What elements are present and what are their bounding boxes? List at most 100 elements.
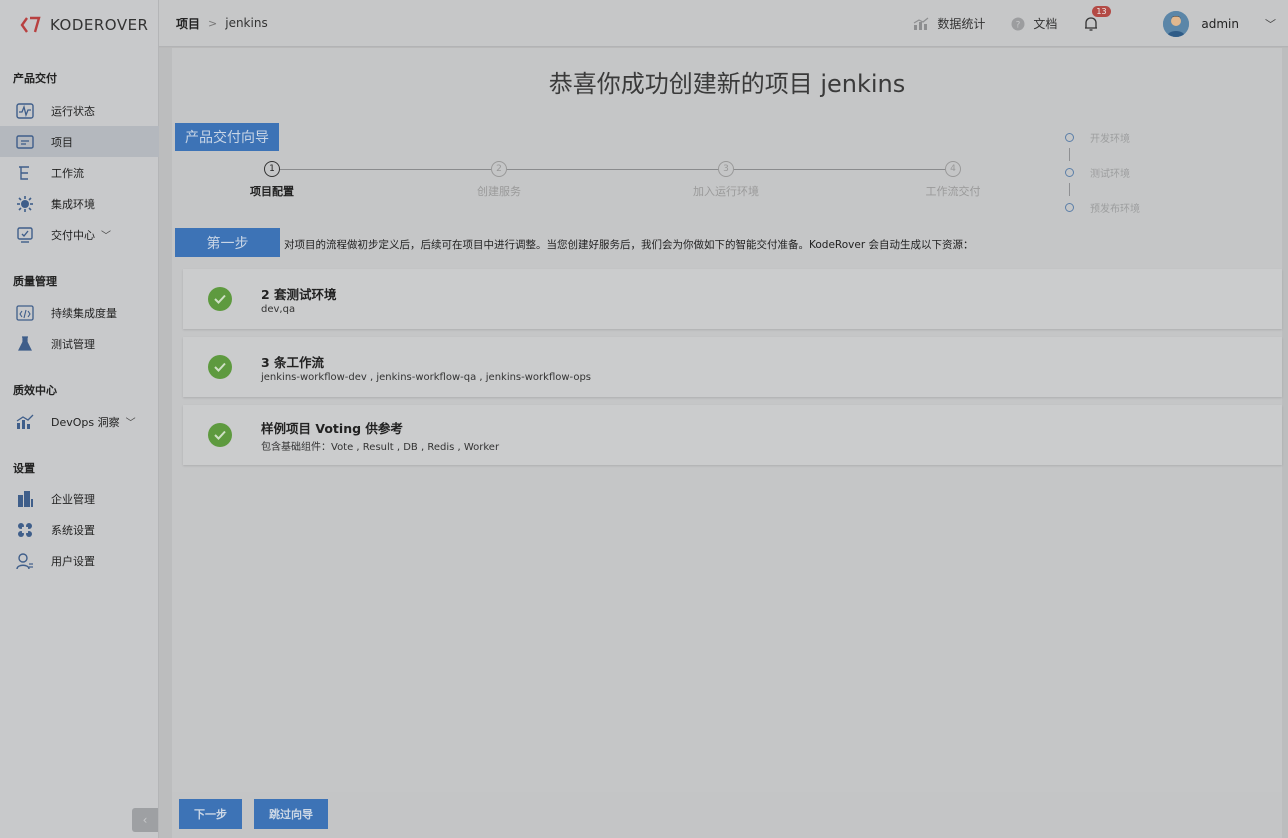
header: 项目 > jenkins 数据统计 ? 文档 13 admin ﹀: [159, 0, 1288, 47]
koderover-logo-icon: [20, 16, 41, 33]
resource-card: 3 条工作流 jenkins-workflow-dev , jenkins-wo…: [183, 337, 1282, 397]
folder-icon: [16, 133, 34, 151]
check-icon: [208, 355, 232, 379]
env-label: 开发环境: [1090, 133, 1130, 145]
card-subtitle: 包含基础组件：Vote , Result , DB , Redis , Work…: [261, 441, 500, 453]
sidebar-item-label: 项目: [51, 135, 73, 149]
sidebar-item-user-settings[interactable]: 用户设置: [0, 545, 159, 576]
group-title-quality: 质量管理: [13, 275, 57, 288]
step-2[interactable]: 2 创建服务: [439, 161, 559, 199]
building-icon: [16, 490, 34, 508]
docs-label: 文档: [1033, 17, 1058, 31]
header-actions: 数据统计 ? 文档 13 admin ﹀: [913, 0, 1288, 47]
environment-timeline: 开发环境 测试环境 预发布环境: [1065, 126, 1140, 218]
sidebar-item-label: 用户设置: [51, 554, 95, 568]
sidebar: KODEROVER 产品交付 运行状态 项目 工作流 集成环境 交付中心 ﹀ 质…: [0, 0, 159, 838]
timeline-connector: [1069, 183, 1070, 196]
card-title: 2 套测试环境: [261, 286, 337, 302]
svg-text:?: ?: [1016, 20, 1021, 30]
notifications-button[interactable]: 13: [1083, 5, 1111, 32]
environment-icon: [16, 195, 34, 213]
step-label: 工作流交付: [925, 185, 981, 198]
step-number: 4: [945, 161, 961, 177]
check-icon: [208, 287, 232, 311]
user-menu[interactable]: admin ﹀: [1163, 10, 1276, 37]
group-title-delivery: 产品交付: [13, 72, 57, 85]
breadcrumb-separator: >: [208, 16, 218, 30]
sidebar-item-devops-insight[interactable]: DevOps 洞察 ﹀: [0, 406, 159, 437]
sidebar-item-environments[interactable]: 集成环境: [0, 188, 159, 219]
step-3[interactable]: 3 加入运行环境: [666, 161, 786, 199]
sidebar-item-label: 集成环境: [51, 197, 95, 211]
breadcrumb: 项目 > jenkins: [176, 15, 268, 32]
timeline-connector: [1069, 148, 1070, 161]
step-label: 加入运行环境: [693, 185, 759, 198]
sidebar-item-label: 系统设置: [51, 523, 95, 537]
step-4[interactable]: 4 工作流交付: [893, 161, 1013, 199]
step-number: 3: [718, 161, 734, 177]
step-label: 创建服务: [477, 185, 521, 198]
sidebar-item-ci-metrics[interactable]: 持续集成度量: [0, 297, 159, 328]
sidebar-collapse-button[interactable]: ‹: [132, 808, 158, 832]
wizard-panel: 恭喜你成功创建新的项目 jenkins 产品交付向导 1 项目配置 2 创建服务…: [172, 48, 1282, 792]
workflow-icon: [16, 164, 34, 182]
step-1[interactable]: 1 项目配置: [212, 161, 332, 199]
env-staging: 预发布环境: [1065, 196, 1140, 218]
sidebar-item-label: 工作流: [51, 166, 84, 180]
sidebar-item-workflow[interactable]: 工作流: [0, 157, 159, 188]
sidebar-item-test-management[interactable]: 测试管理: [0, 328, 159, 359]
wizard-footer: 下一步 跳过向导: [172, 792, 1282, 838]
page-title: 恭喜你成功创建新的项目 jenkins: [548, 70, 906, 98]
env-test: 测试环境: [1065, 161, 1140, 183]
help-icon: ?: [1011, 17, 1025, 31]
resource-card: 2 套测试环境 dev,qa: [183, 269, 1282, 329]
main-area: 恭喜你成功创建新的项目 jenkins 产品交付向导 1 项目配置 2 创建服务…: [159, 48, 1288, 838]
card-title: 样例项目 Voting 供参考: [261, 420, 403, 436]
timeline-dot: [1065, 167, 1074, 177]
env-label: 测试环境: [1090, 168, 1130, 180]
chart-icon: [16, 413, 34, 431]
delivery-icon: [16, 226, 34, 244]
logo[interactable]: KODEROVER: [0, 0, 158, 50]
username: admin: [1201, 16, 1239, 31]
breadcrumb-root[interactable]: 项目: [176, 15, 200, 32]
group-title-settings: 设置: [13, 462, 35, 475]
card-subtitle: jenkins-workflow-dev , jenkins-workflow-…: [261, 371, 592, 383]
group-title-efficiency: 质效中心: [13, 384, 57, 397]
chevron-down-icon: ﹀: [125, 418, 136, 429]
skip-guide-button[interactable]: 跳过向导: [254, 799, 328, 829]
next-step-button[interactable]: 下一步: [179, 799, 242, 829]
resource-card: 样例项目 Voting 供参考 包含基础组件：Vote , Result , D…: [183, 405, 1282, 465]
settings-icon: [16, 521, 34, 539]
stats-label: 数据统计: [937, 17, 986, 31]
sidebar-item-label: 测试管理: [51, 337, 95, 351]
guide-tag: 产品交付向导: [175, 123, 279, 151]
chevron-down-icon: ﹀: [101, 231, 111, 242]
bell-icon: [1085, 16, 1098, 31]
code-icon: [16, 304, 34, 322]
docs-link[interactable]: ? 文档: [1011, 15, 1057, 32]
env-label: 预发布环境: [1090, 203, 1140, 215]
sidebar-item-status[interactable]: 运行状态: [0, 95, 159, 126]
avatar: [1163, 10, 1190, 37]
check-icon: [208, 423, 232, 447]
sidebar-item-label: 交付中心: [51, 228, 95, 242]
sidebar-item-projects[interactable]: 项目: [0, 126, 159, 157]
env-dev: 开发环境: [1065, 126, 1140, 148]
timeline-dot: [1065, 202, 1074, 212]
current-step-tag: 第一步: [175, 228, 280, 257]
step-progress: 1 项目配置 2 创建服务 3 加入运行环境 4 工作流交付: [250, 161, 981, 201]
sidebar-item-label: DevOps 洞察: [51, 415, 120, 429]
step-line: [272, 169, 954, 170]
notification-badge: 13: [1092, 5, 1111, 17]
card-subtitle: dev,qa: [261, 303, 296, 315]
sidebar-item-delivery-center[interactable]: 交付中心 ﹀: [0, 219, 159, 250]
sidebar-item-enterprise[interactable]: 企业管理: [0, 483, 159, 514]
sidebar-item-system-settings[interactable]: 系统设置: [0, 514, 159, 545]
flask-icon: [16, 335, 34, 353]
card-title: 3 条工作流: [261, 354, 325, 370]
step-number: 2: [491, 161, 507, 177]
breadcrumb-current: jenkins: [225, 16, 268, 30]
sidebar-item-label: 企业管理: [51, 492, 95, 506]
stats-link[interactable]: 数据统计: [913, 15, 985, 32]
